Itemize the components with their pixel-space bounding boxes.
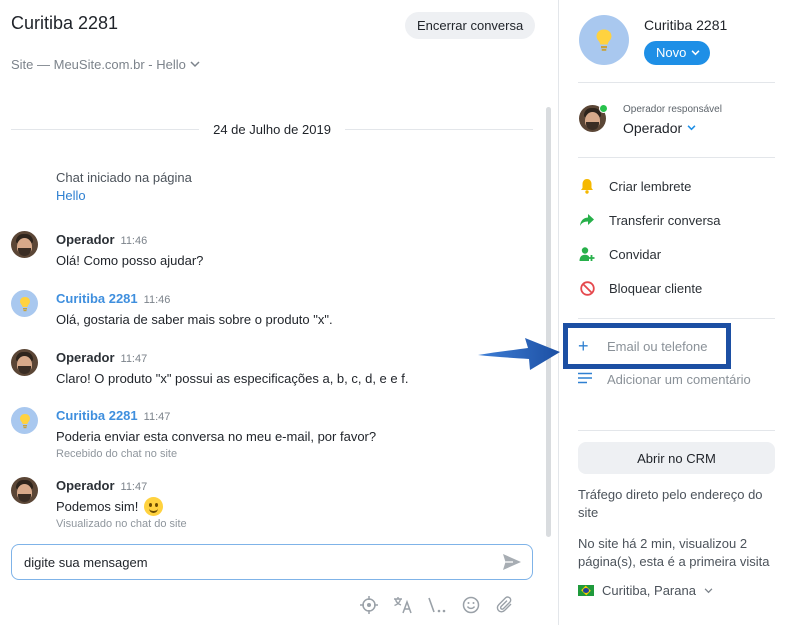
shortcut-icon[interactable]: [426, 594, 448, 616]
lightbulb-icon: [596, 29, 612, 51]
client-avatar: [11, 407, 38, 434]
system-message: Chat iniciado na página Hello: [56, 169, 192, 205]
contact-name: Curitiba 2281: [644, 17, 728, 33]
emoji-icon[interactable]: [460, 594, 482, 616]
contact-avatar: [579, 15, 629, 65]
bell-icon: [578, 177, 596, 195]
traffic-source: Tráfego direto pelo endereço do site: [578, 487, 763, 520]
message-input[interactable]: [24, 545, 494, 579]
divider: [578, 318, 775, 319]
message-author: Curitiba 2281: [56, 408, 138, 423]
target-icon[interactable]: [358, 594, 380, 616]
translate-icon[interactable]: [392, 594, 414, 616]
contact-sidebar: Curitiba 2281 Novo Operador responsável …: [558, 0, 790, 625]
chat-source-label: Site — MeuSite.com.br - Hello: [11, 57, 186, 72]
message-text: Olá, gostaria de saber mais sobre o prod…: [56, 312, 333, 327]
location-dropdown[interactable]: Curitiba, Parana: [578, 583, 713, 598]
chevron-down-icon: [691, 50, 700, 56]
operator-avatar: [11, 477, 38, 504]
operator-dropdown[interactable]: Operador: [623, 120, 696, 136]
message-time: 11:47: [120, 481, 148, 493]
message-read-status: Visualizado no chat do site: [56, 518, 187, 530]
visit-info: No site há 2 min, visualizou 2 página(s)…: [578, 536, 770, 569]
lightbulb-icon: [19, 413, 30, 428]
action-label: Transferir conversa: [609, 212, 721, 228]
smiley-emoji-icon: [144, 497, 163, 516]
end-conversation-button[interactable]: Encerrar conversa: [405, 12, 536, 39]
action-label: Bloquear cliente: [609, 280, 703, 296]
block-icon: [578, 279, 596, 297]
divider: [578, 430, 775, 431]
divider: [344, 128, 534, 130]
client-avatar: [11, 290, 38, 317]
message-text: Podemos sim!: [56, 499, 139, 514]
message-author: Operador: [56, 350, 115, 365]
date-label: 24 de Julho de 2019: [213, 121, 331, 137]
message-composer: [11, 544, 533, 580]
message-time: 11:47: [143, 411, 171, 423]
brazil-flag-icon: [578, 585, 594, 596]
add-user-icon: [578, 245, 596, 263]
message-text: Olá! Como posso ajudar?: [56, 253, 204, 268]
message-time: 11:47: [120, 353, 148, 365]
chevron-down-icon: [190, 61, 200, 68]
divider: [11, 128, 200, 130]
open-in-crm-button[interactable]: Abrir no CRM: [578, 442, 775, 474]
chevron-down-icon: [704, 587, 713, 593]
add-comment-label: Adicionar um comentário: [607, 372, 751, 387]
add-comment-action[interactable]: Adicionar um comentário: [578, 372, 751, 387]
operator-avatar: [11, 349, 38, 376]
chat-title: Curitiba 2281: [11, 13, 119, 33]
system-message-text: Chat iniciado na página: [56, 170, 192, 185]
attach-icon[interactable]: [494, 594, 516, 616]
status-label: Novo: [656, 45, 687, 60]
operator-name: Operador: [623, 120, 683, 136]
invite-action[interactable]: Convidar: [578, 242, 661, 266]
action-label: Criar lembrete: [609, 178, 692, 194]
chevron-down-icon: [687, 125, 696, 131]
message-author: Operador: [56, 478, 115, 493]
message-author: Operador: [56, 232, 115, 247]
divider: [578, 157, 775, 158]
create-reminder-action[interactable]: Criar lembrete: [578, 174, 691, 198]
text-lines-icon: [578, 372, 596, 387]
chat-scrollbar[interactable]: [546, 107, 551, 537]
message-time: 11:46: [143, 294, 171, 306]
message-text-row: Podemos sim!: [56, 497, 187, 516]
block-client-action[interactable]: Bloquear cliente: [578, 276, 702, 300]
chat-source-dropdown[interactable]: Site — MeuSite.com.br - Hello: [11, 57, 200, 72]
online-status-dot: [599, 104, 608, 113]
send-icon[interactable]: [502, 553, 522, 571]
action-label: Convidar: [609, 246, 662, 262]
message-time: 11:46: [120, 235, 148, 247]
location-label: Curitiba, Parana: [602, 583, 696, 598]
message-author: Curitiba 2281: [56, 291, 138, 306]
message-text: Claro! O produto "x" possui as especific…: [56, 371, 409, 386]
message-text: Poderia enviar esta conversa no meu e-ma…: [56, 429, 377, 444]
highlight-box: [563, 323, 731, 369]
status-dropdown[interactable]: Novo: [644, 41, 711, 65]
annotation-arrow-icon: [478, 338, 560, 370]
composer-toolbar: [358, 594, 516, 616]
responsible-operator-label: Operador responsável: [623, 104, 722, 115]
share-arrow-icon: [578, 211, 596, 229]
operator-avatar: [11, 231, 38, 258]
transfer-conversation-action[interactable]: Transferir conversa: [578, 208, 721, 232]
message-delivery-status: Recebido do chat no site: [56, 448, 178, 460]
divider: [578, 82, 775, 83]
chat-pane: Curitiba 2281 Encerrar conversa Site — M…: [0, 0, 558, 625]
start-page-link[interactable]: Hello: [56, 187, 192, 205]
date-separator: 24 de Julho de 2019: [11, 118, 534, 140]
lightbulb-icon: [19, 296, 30, 311]
